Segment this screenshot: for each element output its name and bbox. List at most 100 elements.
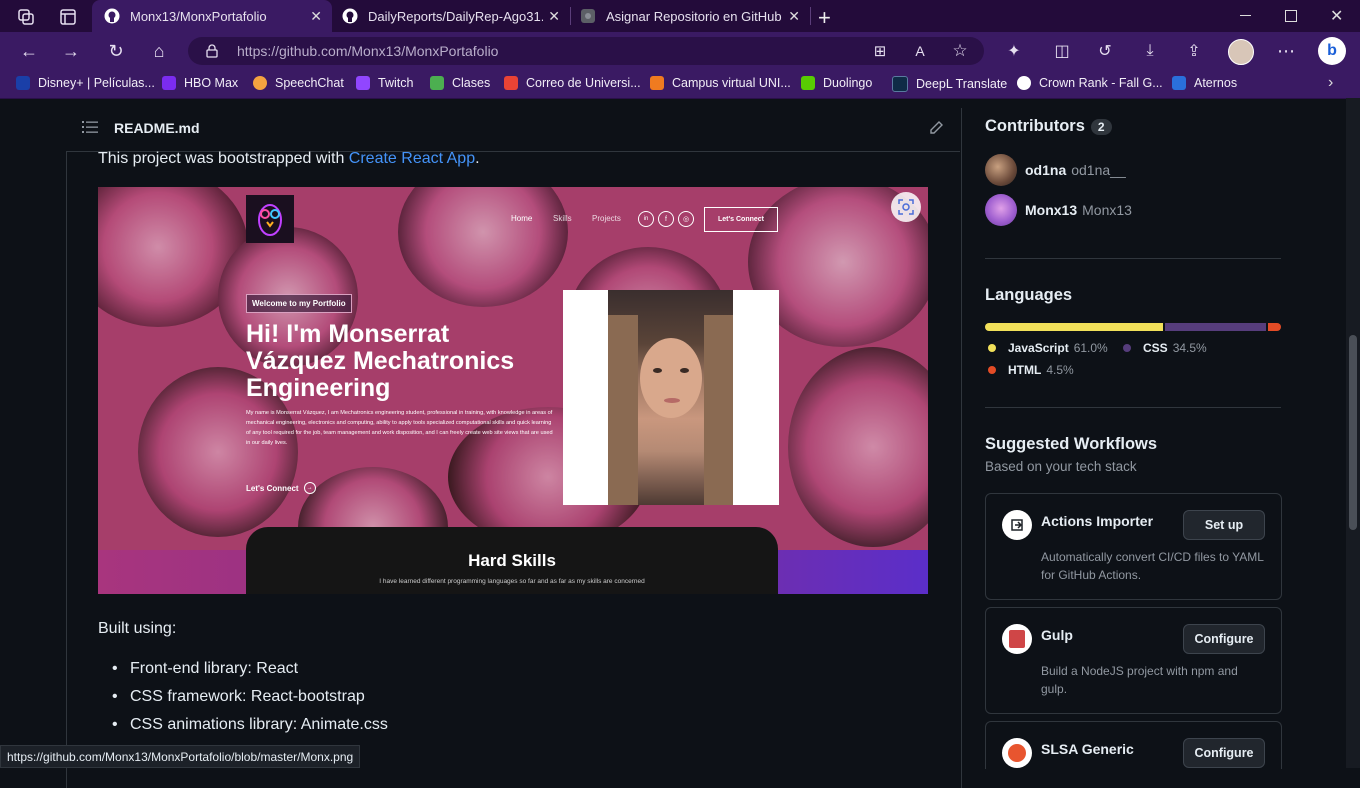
refresh-icon[interactable]: ↻ bbox=[105, 40, 127, 62]
tab-asignar-repositorio[interactable]: Asignar Repositorio en GitHub ✕ bbox=[570, 0, 810, 32]
apps-icon[interactable]: ⊞ bbox=[869, 40, 891, 62]
close-tab-icon[interactable]: ✕ bbox=[548, 8, 560, 25]
gulp-icon bbox=[1002, 624, 1032, 654]
language-bar-css bbox=[1165, 323, 1266, 331]
visual-search-icon[interactable] bbox=[891, 192, 921, 222]
contributor-monx13[interactable]: Monx13 Monx13 bbox=[985, 194, 1132, 226]
hero-description: My name is Monserrat Vázquez, I am Mecha… bbox=[246, 410, 553, 446]
close-tab-icon[interactable]: ✕ bbox=[788, 8, 800, 25]
scrollbar-thumb[interactable] bbox=[1349, 335, 1357, 530]
workflow-description: Automatically convert CI/CD files to YAM… bbox=[1041, 550, 1264, 582]
extensions-icon[interactable]: ✦ bbox=[1003, 40, 1025, 62]
avatar[interactable] bbox=[985, 154, 1017, 186]
language-css[interactable]: CSS 34.5% bbox=[1123, 341, 1207, 355]
readme-header bbox=[66, 108, 960, 152]
bing-icon[interactable]: b bbox=[1318, 37, 1346, 65]
divider bbox=[985, 258, 1281, 259]
hero-nav-home[interactable]: Home bbox=[511, 214, 532, 223]
twitch-icon bbox=[356, 76, 370, 90]
suggested-workflows-subtitle: Based on your tech stack bbox=[985, 459, 1137, 474]
read-aloud-icon[interactable]: A bbox=[909, 40, 931, 62]
more-options-icon[interactable]: ⋯ bbox=[1275, 40, 1297, 62]
hard-skills-title: Hard Skills bbox=[468, 551, 556, 570]
aternos-icon bbox=[1172, 76, 1186, 90]
bookmark-clases[interactable]: Clases bbox=[430, 76, 490, 90]
url-text[interactable]: https://github.com/Monx13/MonxPortafolio bbox=[237, 43, 498, 59]
bookmark-deepl[interactable]: DeepL Translate bbox=[892, 76, 1007, 92]
edit-pencil-icon[interactable] bbox=[928, 120, 944, 136]
bookmark-hbomax[interactable]: HBO Max bbox=[162, 76, 238, 90]
owl-logo-icon bbox=[246, 195, 294, 243]
split-screen-icon[interactable]: ◫ bbox=[1051, 40, 1073, 62]
workspaces-icon[interactable] bbox=[16, 7, 36, 27]
back-icon[interactable]: ← bbox=[18, 40, 40, 62]
linkedin-icon[interactable]: in bbox=[638, 211, 654, 227]
home-icon[interactable]: ⌂ bbox=[148, 40, 170, 62]
tab-dailyreports[interactable]: DailyReports/DailyRep-Ago31.md ✕ bbox=[332, 0, 570, 32]
classroom-icon bbox=[430, 76, 444, 90]
hero-headline-line-2: Vázquez Mechatronics bbox=[246, 347, 515, 375]
outline-list-icon[interactable] bbox=[82, 120, 98, 134]
portfolio-screenshot-image[interactable]: Home Skills Projects in f ◎ Let's Connec… bbox=[98, 187, 928, 594]
tab-monxportafolio[interactable]: Monx13/MonxPortafolio ✕ bbox=[92, 0, 332, 32]
tab-title: Asignar Repositorio en GitHub bbox=[606, 8, 782, 24]
language-dot bbox=[1123, 344, 1131, 352]
suggested-workflows-heading: Suggested Workflows bbox=[985, 435, 1158, 453]
profile-photo bbox=[608, 290, 733, 505]
page-icon bbox=[580, 8, 596, 24]
new-tab-plus-icon[interactable]: + bbox=[818, 5, 831, 31]
configure-button[interactable]: Configure bbox=[1183, 738, 1265, 768]
duolingo-icon bbox=[801, 76, 815, 90]
share-icon[interactable]: ⇪ bbox=[1183, 40, 1205, 62]
avatar[interactable] bbox=[985, 194, 1017, 226]
bookmark-disney[interactable]: Disney+ | Películas... bbox=[16, 76, 155, 90]
actions-importer-icon bbox=[1002, 510, 1032, 540]
speechchat-icon bbox=[253, 76, 267, 90]
hero-nav-projects[interactable]: Projects bbox=[592, 214, 621, 223]
bookmark-crownrank[interactable]: Crown Rank - Fall G... bbox=[1017, 76, 1163, 90]
list-item: CSS framework: React-bootstrap bbox=[112, 688, 365, 706]
history-icon[interactable]: ↺ bbox=[1094, 40, 1116, 62]
tab-separator bbox=[810, 7, 811, 25]
hero-connect-link[interactable]: Let's Connect → bbox=[246, 482, 316, 494]
contributors-heading: Contributors 2 bbox=[985, 117, 1112, 136]
workflow-description: Build a NodeJS project with npm and gulp… bbox=[1041, 664, 1238, 696]
tab-actions-icon[interactable] bbox=[58, 7, 78, 27]
bookmarks-more-chevron-icon[interactable]: › bbox=[1328, 74, 1333, 92]
intro-paragraph: This project was bootstrapped with Creat… bbox=[98, 150, 480, 167]
forward-icon[interactable]: → bbox=[60, 40, 82, 62]
divider bbox=[985, 407, 1281, 408]
profile-avatar[interactable] bbox=[1228, 39, 1254, 65]
lock-icon bbox=[206, 44, 218, 58]
github-icon bbox=[104, 8, 120, 24]
close-tab-icon[interactable]: ✕ bbox=[310, 8, 322, 25]
language-javascript[interactable]: JavaScript 61.0% bbox=[988, 341, 1108, 355]
facebook-icon[interactable]: f bbox=[658, 211, 674, 227]
contributor-od1na[interactable]: od1na od1na__ bbox=[985, 154, 1126, 186]
setup-button[interactable]: Set up bbox=[1183, 510, 1265, 540]
hard-skills-text: I have learned different programming lan… bbox=[379, 578, 645, 585]
hero-nav-skills[interactable]: Skills bbox=[553, 214, 572, 223]
hero-connect-button[interactable]: Let's Connect bbox=[704, 207, 778, 232]
hero-headline-line-1: Hi! I'm Monserrat bbox=[246, 320, 450, 348]
restore-icon[interactable] bbox=[1285, 10, 1297, 22]
configure-button[interactable]: Configure bbox=[1183, 624, 1265, 654]
built-using-heading: Built using: bbox=[98, 620, 177, 637]
close-window-icon[interactable]: ✕ bbox=[1330, 6, 1343, 26]
bookmark-twitch[interactable]: Twitch bbox=[356, 76, 413, 90]
bookmark-speechchat[interactable]: SpeechChat bbox=[253, 76, 344, 90]
language-bar-html bbox=[1268, 323, 1281, 331]
crown-rank-icon bbox=[1017, 76, 1031, 90]
instagram-icon[interactable]: ◎ bbox=[678, 211, 694, 227]
create-react-app-link[interactable]: Create React App bbox=[349, 150, 475, 167]
language-dot bbox=[988, 366, 996, 374]
readme-filename: README.md bbox=[114, 120, 200, 136]
bookmark-duolingo[interactable]: Duolingo bbox=[801, 76, 872, 90]
downloads-icon[interactable]: ⤓ bbox=[1139, 40, 1161, 62]
minimize-icon[interactable] bbox=[1240, 15, 1251, 16]
favorite-star-icon[interactable]: ☆ bbox=[949, 40, 971, 62]
bookmark-campus[interactable]: Campus virtual UNI... bbox=[650, 76, 791, 90]
bookmark-correo[interactable]: Correo de Universi... bbox=[504, 76, 641, 90]
language-html[interactable]: HTML 4.5% bbox=[988, 363, 1074, 377]
bookmark-aternos[interactable]: Aternos bbox=[1172, 76, 1237, 90]
